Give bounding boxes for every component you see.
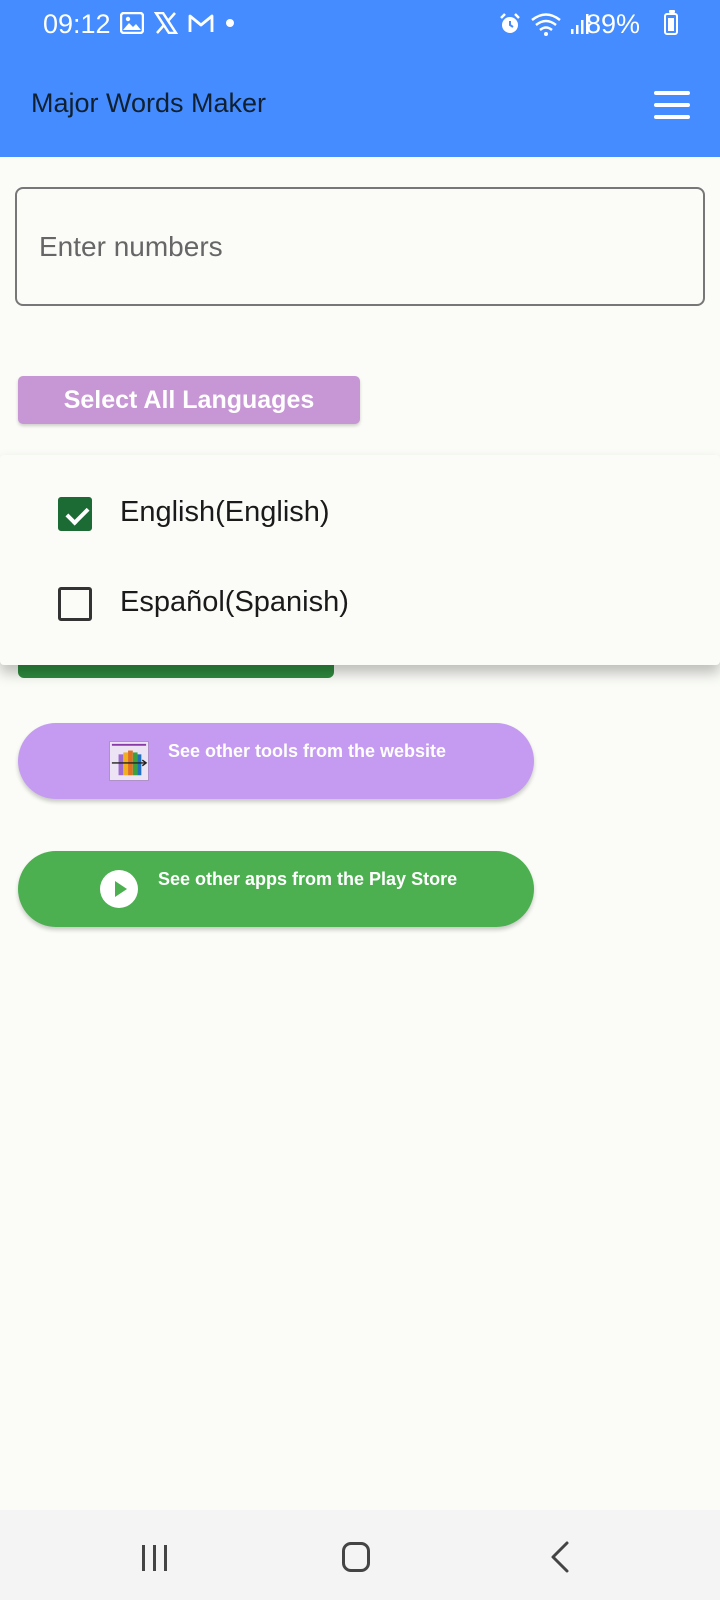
wifi-icon bbox=[531, 13, 561, 36]
menu-line bbox=[654, 115, 690, 119]
alarm-icon bbox=[500, 13, 520, 33]
playstore-apps-label: See other apps from the Play Store bbox=[158, 869, 458, 889]
tools-icon bbox=[109, 741, 149, 781]
app-bar: Major Words Maker bbox=[0, 52, 720, 157]
screen: 09:12 89% Major Words Maker Enter number… bbox=[0, 0, 720, 1600]
battery-percent: 89% bbox=[585, 9, 640, 39]
checkbox-checked[interactable] bbox=[58, 497, 92, 531]
status-notification-icons bbox=[120, 12, 236, 34]
language-option-spanish[interactable]: Español(Spanish) bbox=[0, 545, 720, 635]
status-time: 09:12 bbox=[43, 9, 111, 39]
gallery-icon bbox=[120, 12, 144, 34]
language-label: Español(Spanish) bbox=[120, 586, 349, 618]
numbers-input[interactable] bbox=[15, 187, 705, 306]
website-tools-label: See other tools from the website bbox=[168, 741, 447, 761]
language-dropdown: English(English) Español(Spanish) bbox=[0, 455, 720, 665]
checkbox-unchecked[interactable] bbox=[58, 587, 92, 621]
navigation-bar bbox=[0, 1510, 720, 1600]
language-label: English(English) bbox=[120, 496, 330, 528]
app-title: Major Words Maker bbox=[31, 88, 267, 118]
website-tools-button[interactable]: See other tools from the website bbox=[18, 723, 534, 799]
language-option-english[interactable]: English(English) bbox=[0, 455, 720, 545]
play-icon bbox=[100, 870, 138, 908]
hamburger-menu-icon[interactable] bbox=[654, 91, 690, 119]
recent-apps-icon[interactable] bbox=[140, 1545, 170, 1571]
back-icon[interactable] bbox=[548, 1540, 572, 1574]
menu-line bbox=[654, 103, 690, 107]
gmail-icon bbox=[188, 14, 214, 32]
x-icon bbox=[154, 12, 178, 34]
status-system-icons bbox=[498, 12, 590, 36]
status-bar: 09:12 89% bbox=[0, 0, 720, 52]
menu-line bbox=[654, 91, 690, 95]
playstore-apps-button[interactable]: See other apps from the Play Store bbox=[18, 851, 534, 927]
home-icon[interactable] bbox=[342, 1542, 370, 1572]
dot-icon bbox=[226, 19, 234, 27]
select-all-languages-button[interactable]: Select All Languages bbox=[18, 376, 360, 424]
battery-icon bbox=[664, 10, 678, 35]
